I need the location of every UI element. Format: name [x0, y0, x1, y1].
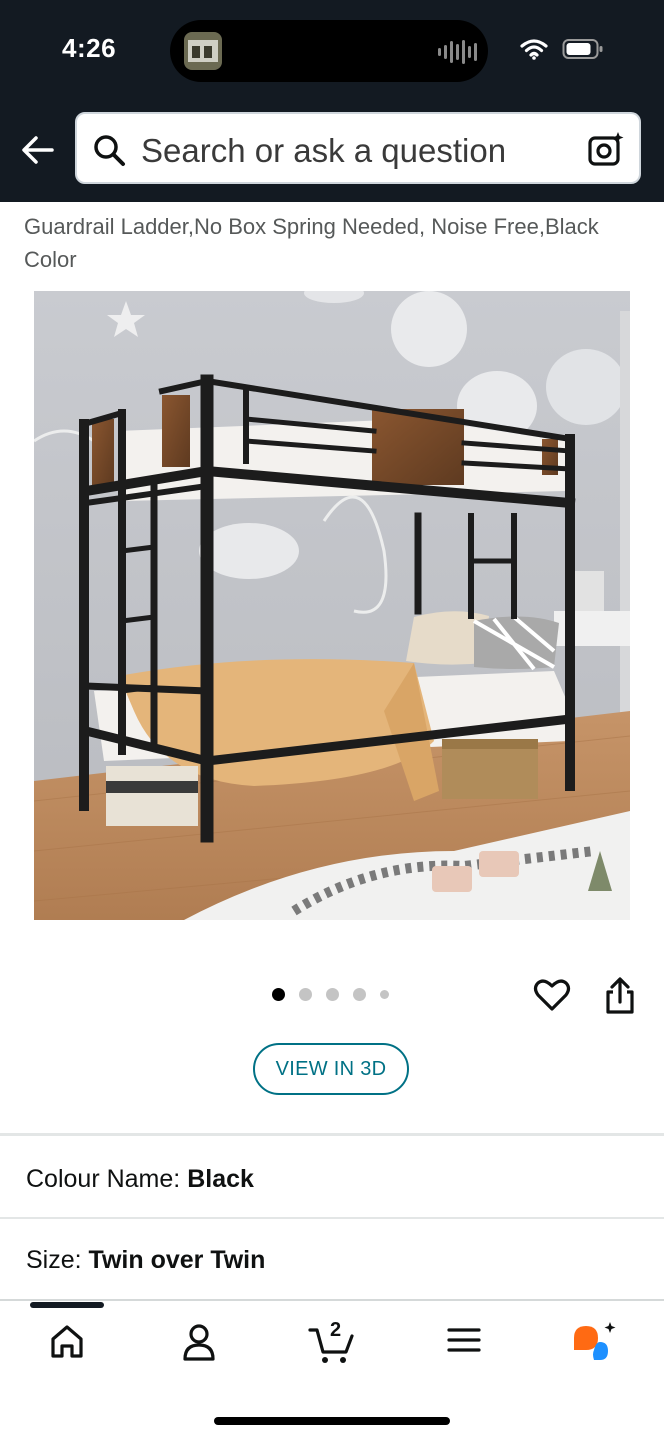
colour-value: Black	[187, 1165, 254, 1193]
product-title-line: Color	[24, 247, 77, 272]
clock: 4:26	[62, 33, 117, 63]
product-title-line: Guardrail Ladder,No Box Spring Needed, N…	[24, 214, 599, 239]
size-option-row[interactable]: Size: Twin over Twin	[26, 1246, 265, 1275]
share-icon[interactable]	[603, 976, 637, 1016]
home-icon[interactable]	[48, 1322, 86, 1360]
active-tab-indicator	[30, 1302, 104, 1308]
heart-icon[interactable]	[533, 976, 571, 1014]
colour-option-row[interactable]: Colour Name: Black	[26, 1165, 254, 1194]
dynamic-island[interactable]	[170, 20, 488, 82]
carousel-dot[interactable]	[326, 988, 339, 1001]
search-icon	[94, 135, 125, 166]
now-playing-thumbnail	[184, 32, 222, 70]
product-title: Guardrail Ladder,No Box Spring Needed, N…	[24, 210, 644, 276]
view-in-3d-button[interactable]: VIEW IN 3D	[253, 1043, 409, 1095]
home-indicator[interactable]	[214, 1417, 450, 1425]
carousel-dot[interactable]	[353, 988, 366, 1001]
section-divider	[0, 1133, 664, 1136]
size-value: Twin over Twin	[88, 1246, 266, 1274]
carousel-dot[interactable]	[272, 988, 285, 1001]
wifi-icon	[520, 39, 548, 60]
audio-waveform-icon	[438, 40, 477, 64]
cart-count-badge: 2	[330, 1319, 342, 1341]
colour-label: Colour Name:	[26, 1165, 181, 1193]
back-arrow-icon[interactable]	[20, 130, 56, 170]
search-input[interactable]: Search or ask a question	[141, 132, 506, 170]
search-bar[interactable]: Search or ask a question	[75, 112, 641, 184]
search-header: Search or ask a question	[0, 100, 664, 202]
account-icon[interactable]	[180, 1322, 218, 1362]
status-bar: 4:26	[0, 0, 664, 100]
carousel-dot[interactable]	[299, 988, 312, 1001]
product-image[interactable]	[34, 291, 630, 920]
image-carousel-dots[interactable]	[272, 988, 389, 1001]
battery-icon	[562, 39, 603, 59]
camera-search-icon[interactable]	[587, 130, 625, 168]
section-divider	[0, 1217, 664, 1219]
menu-icon[interactable]	[446, 1322, 482, 1358]
size-label: Size:	[26, 1246, 82, 1274]
bunk-bed-photo	[34, 291, 630, 920]
carousel-dot[interactable]	[380, 990, 389, 999]
rufus-assistant-icon[interactable]	[570, 1320, 618, 1364]
status-icons	[520, 38, 604, 60]
